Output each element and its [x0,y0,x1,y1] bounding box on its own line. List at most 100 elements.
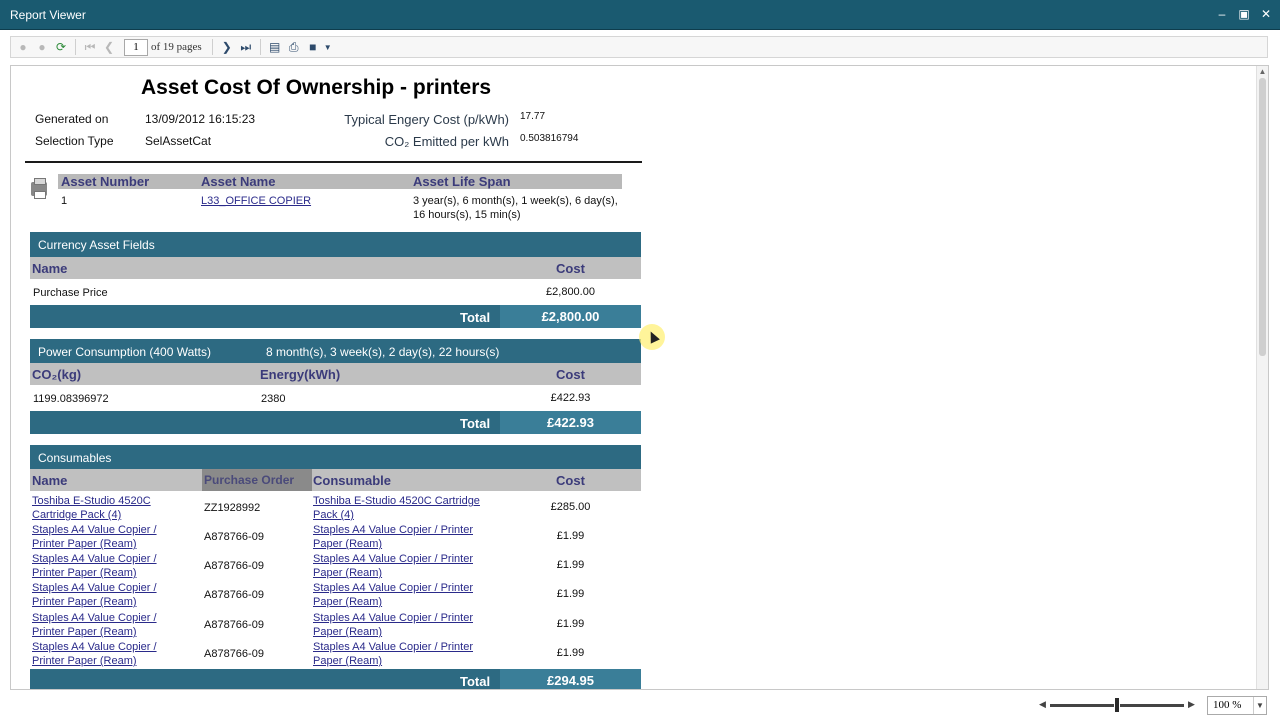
consumable-name-link[interactable]: Printer Paper (Ream) [32,625,137,639]
consumable-name-link[interactable]: Staples A4 Value Copier / [32,640,157,654]
scroll-up-icon[interactable]: ▲ [1257,67,1268,77]
consumable-cost: £285.00 [550,501,591,513]
close-icon[interactable]: ✕ [1260,7,1272,21]
energy-cost-value: 17.77 [520,111,546,122]
currency-section-header: Currency Asset Fields [30,232,641,257]
asset-name-link[interactable]: L33_OFFICE COPIER [201,194,311,208]
consumable-link[interactable]: Pack (4) [313,508,354,522]
consumable-link[interactable]: Staples A4 Value Copier / Printer [313,611,473,625]
consumables-section-title: Consumables [38,451,112,465]
currency-col-name: Name [32,261,68,276]
report-page: Asset Cost Of Ownership - printers Gener… [11,66,1251,689]
currency-section-title: Currency Asset Fields [38,238,155,252]
refresh-icon[interactable]: ⟳ [53,39,69,55]
consumable-name-link[interactable]: Staples A4 Value Copier / [32,581,157,595]
selection-type-label: Selection Type [35,134,114,148]
consumable-link[interactable]: Staples A4 Value Copier / Printer [313,640,473,654]
consumable-name-link[interactable]: Printer Paper (Ream) [32,537,137,551]
consumable-name-link[interactable]: Cartridge Pack (4) [32,508,121,522]
purchase-price-value: £2,800.00 [546,286,595,298]
power-co2-value: 1199.08396972 [33,393,109,405]
purchase-order-value: A878766-09 [204,560,264,572]
prev-page-icon[interactable]: ❮ [101,39,117,55]
dropdown-icon[interactable]: ▼ [324,39,332,55]
first-page-icon[interactable]: ⏮ [82,39,98,55]
page-count-label: of 19 pages [151,41,202,53]
zoom-value: 100 % [1213,699,1242,711]
power-total-row: Total £422.93 [30,411,641,434]
power-energy-value: 2380 [261,393,286,405]
asset-life-span-line2: 16 hours(s), 15 min(s) [413,209,521,221]
back-icon[interactable]: ● [15,39,31,55]
purchase-price-label: Purchase Price [33,287,108,299]
last-page-icon[interactable]: ⏭ [238,39,254,55]
power-col-co2: CO₂(kg) [32,367,82,382]
zoom-slider-thumb[interactable] [1114,697,1120,713]
asset-life-span-header: Asset Life Span [410,174,622,189]
consumables-total-row: Total £294.95 [30,669,641,689]
consumable-name-link[interactable]: Toshiba E-Studio 4520C [32,494,151,508]
consumable-cost: £1.99 [556,530,585,542]
generated-on-label: Generated on [35,112,109,126]
consumables-total-label: Total [460,674,491,689]
consumable-name-link[interactable]: Staples A4 Value Copier / [32,523,157,537]
consumable-cost: £1.99 [556,588,585,600]
power-section-header: Power Consumption (400 Watts) 8 month(s)… [30,339,641,363]
forward-icon[interactable]: ● [34,39,50,55]
purchase-order-value: A878766-09 [204,531,264,543]
minimize-icon[interactable]: – [1216,7,1228,21]
consumable-link[interactable]: Paper (Ream) [313,654,382,668]
scrollbar-thumb[interactable] [1259,78,1266,356]
energy-cost-label: Typical Engery Cost (p/kWh) [344,112,509,127]
consumables-total-value: £294.95 [500,669,641,689]
currency-total-label: Total [460,310,491,325]
window-title: Report Viewer [10,8,86,22]
consumables-section-header: Consumables [30,445,641,469]
report-viewport[interactable]: Asset Cost Of Ownership - printers Gener… [10,65,1269,690]
toolbar-separator [259,39,261,55]
currency-total-row: Total £2,800.00 [30,305,641,328]
save-icon[interactable]: ■ [305,39,321,55]
mouse-cursor-highlight [639,324,665,350]
power-section-title: Power Consumption (400 Watts) [38,345,211,359]
consumable-cost: £1.99 [556,559,585,571]
print-layout-icon[interactable]: ▤ [267,39,283,55]
chevron-down-icon[interactable]: ▼ [1253,697,1266,714]
consumable-link[interactable]: Paper (Ream) [313,625,382,639]
cursor-arrow-icon [646,329,660,344]
consumable-link[interactable]: Staples A4 Value Copier / Printer [313,523,473,537]
consumable-name-link[interactable]: Printer Paper (Ream) [32,566,137,580]
consumables-col-consumable: Consumable [313,473,392,488]
consumable-name-link[interactable]: Staples A4 Value Copier / [32,552,157,566]
consumables-col-name: Name [32,473,68,488]
consumable-link[interactable]: Paper (Ream) [313,566,382,580]
power-total-value: £422.93 [500,411,641,434]
purchase-order-value: ZZ1928992 [204,502,261,514]
selection-type-value: SelAssetCat [145,134,212,148]
consumable-link[interactable]: Staples A4 Value Copier / Printer [313,552,473,566]
report-toolbar: ● ● ⟳ ⏮ ❮ of 19 pages ❯ ⏭ ▤ ⎙ ■ ▼ [0,31,1280,63]
zoom-out-icon[interactable]: ◀ [1039,699,1046,710]
toolbar-separator [75,39,76,55]
vertical-scrollbar[interactable]: ▲ [1256,66,1268,689]
power-duration: 8 month(s), 3 week(s), 2 day(s), 22 hour… [266,345,500,359]
window-titlebar: Report Viewer – ▣ ✕ [0,0,1280,30]
asset-life-span-line1: 3 year(s), 6 month(s), 1 week(s), 6 day(… [413,195,618,207]
consumable-name-link[interactable]: Printer Paper (Ream) [32,595,137,609]
toolbar-separator [211,39,213,55]
restore-icon[interactable]: ▣ [1238,7,1250,21]
consumable-link[interactable]: Staples A4 Value Copier / Printer [313,581,473,595]
consumable-name-link[interactable]: Printer Paper (Ream) [32,654,137,668]
page-number-input[interactable] [124,38,148,56]
consumables-col-cost: Cost [556,473,585,488]
consumable-name-link[interactable]: Staples A4 Value Copier / [32,611,157,625]
consumable-link[interactable]: Toshiba E-Studio 4520C Cartridge [313,494,480,508]
print-icon[interactable]: ⎙ [286,39,302,55]
zoom-in-icon[interactable]: ▶ [1188,699,1195,710]
printer-icon [31,178,47,199]
next-page-icon[interactable]: ❯ [219,39,235,55]
zoom-select[interactable]: 100 % ▼ [1207,696,1267,715]
currency-total-value: £2,800.00 [500,305,641,328]
consumable-link[interactable]: Paper (Ream) [313,537,382,551]
consumable-link[interactable]: Paper (Ream) [313,595,382,609]
